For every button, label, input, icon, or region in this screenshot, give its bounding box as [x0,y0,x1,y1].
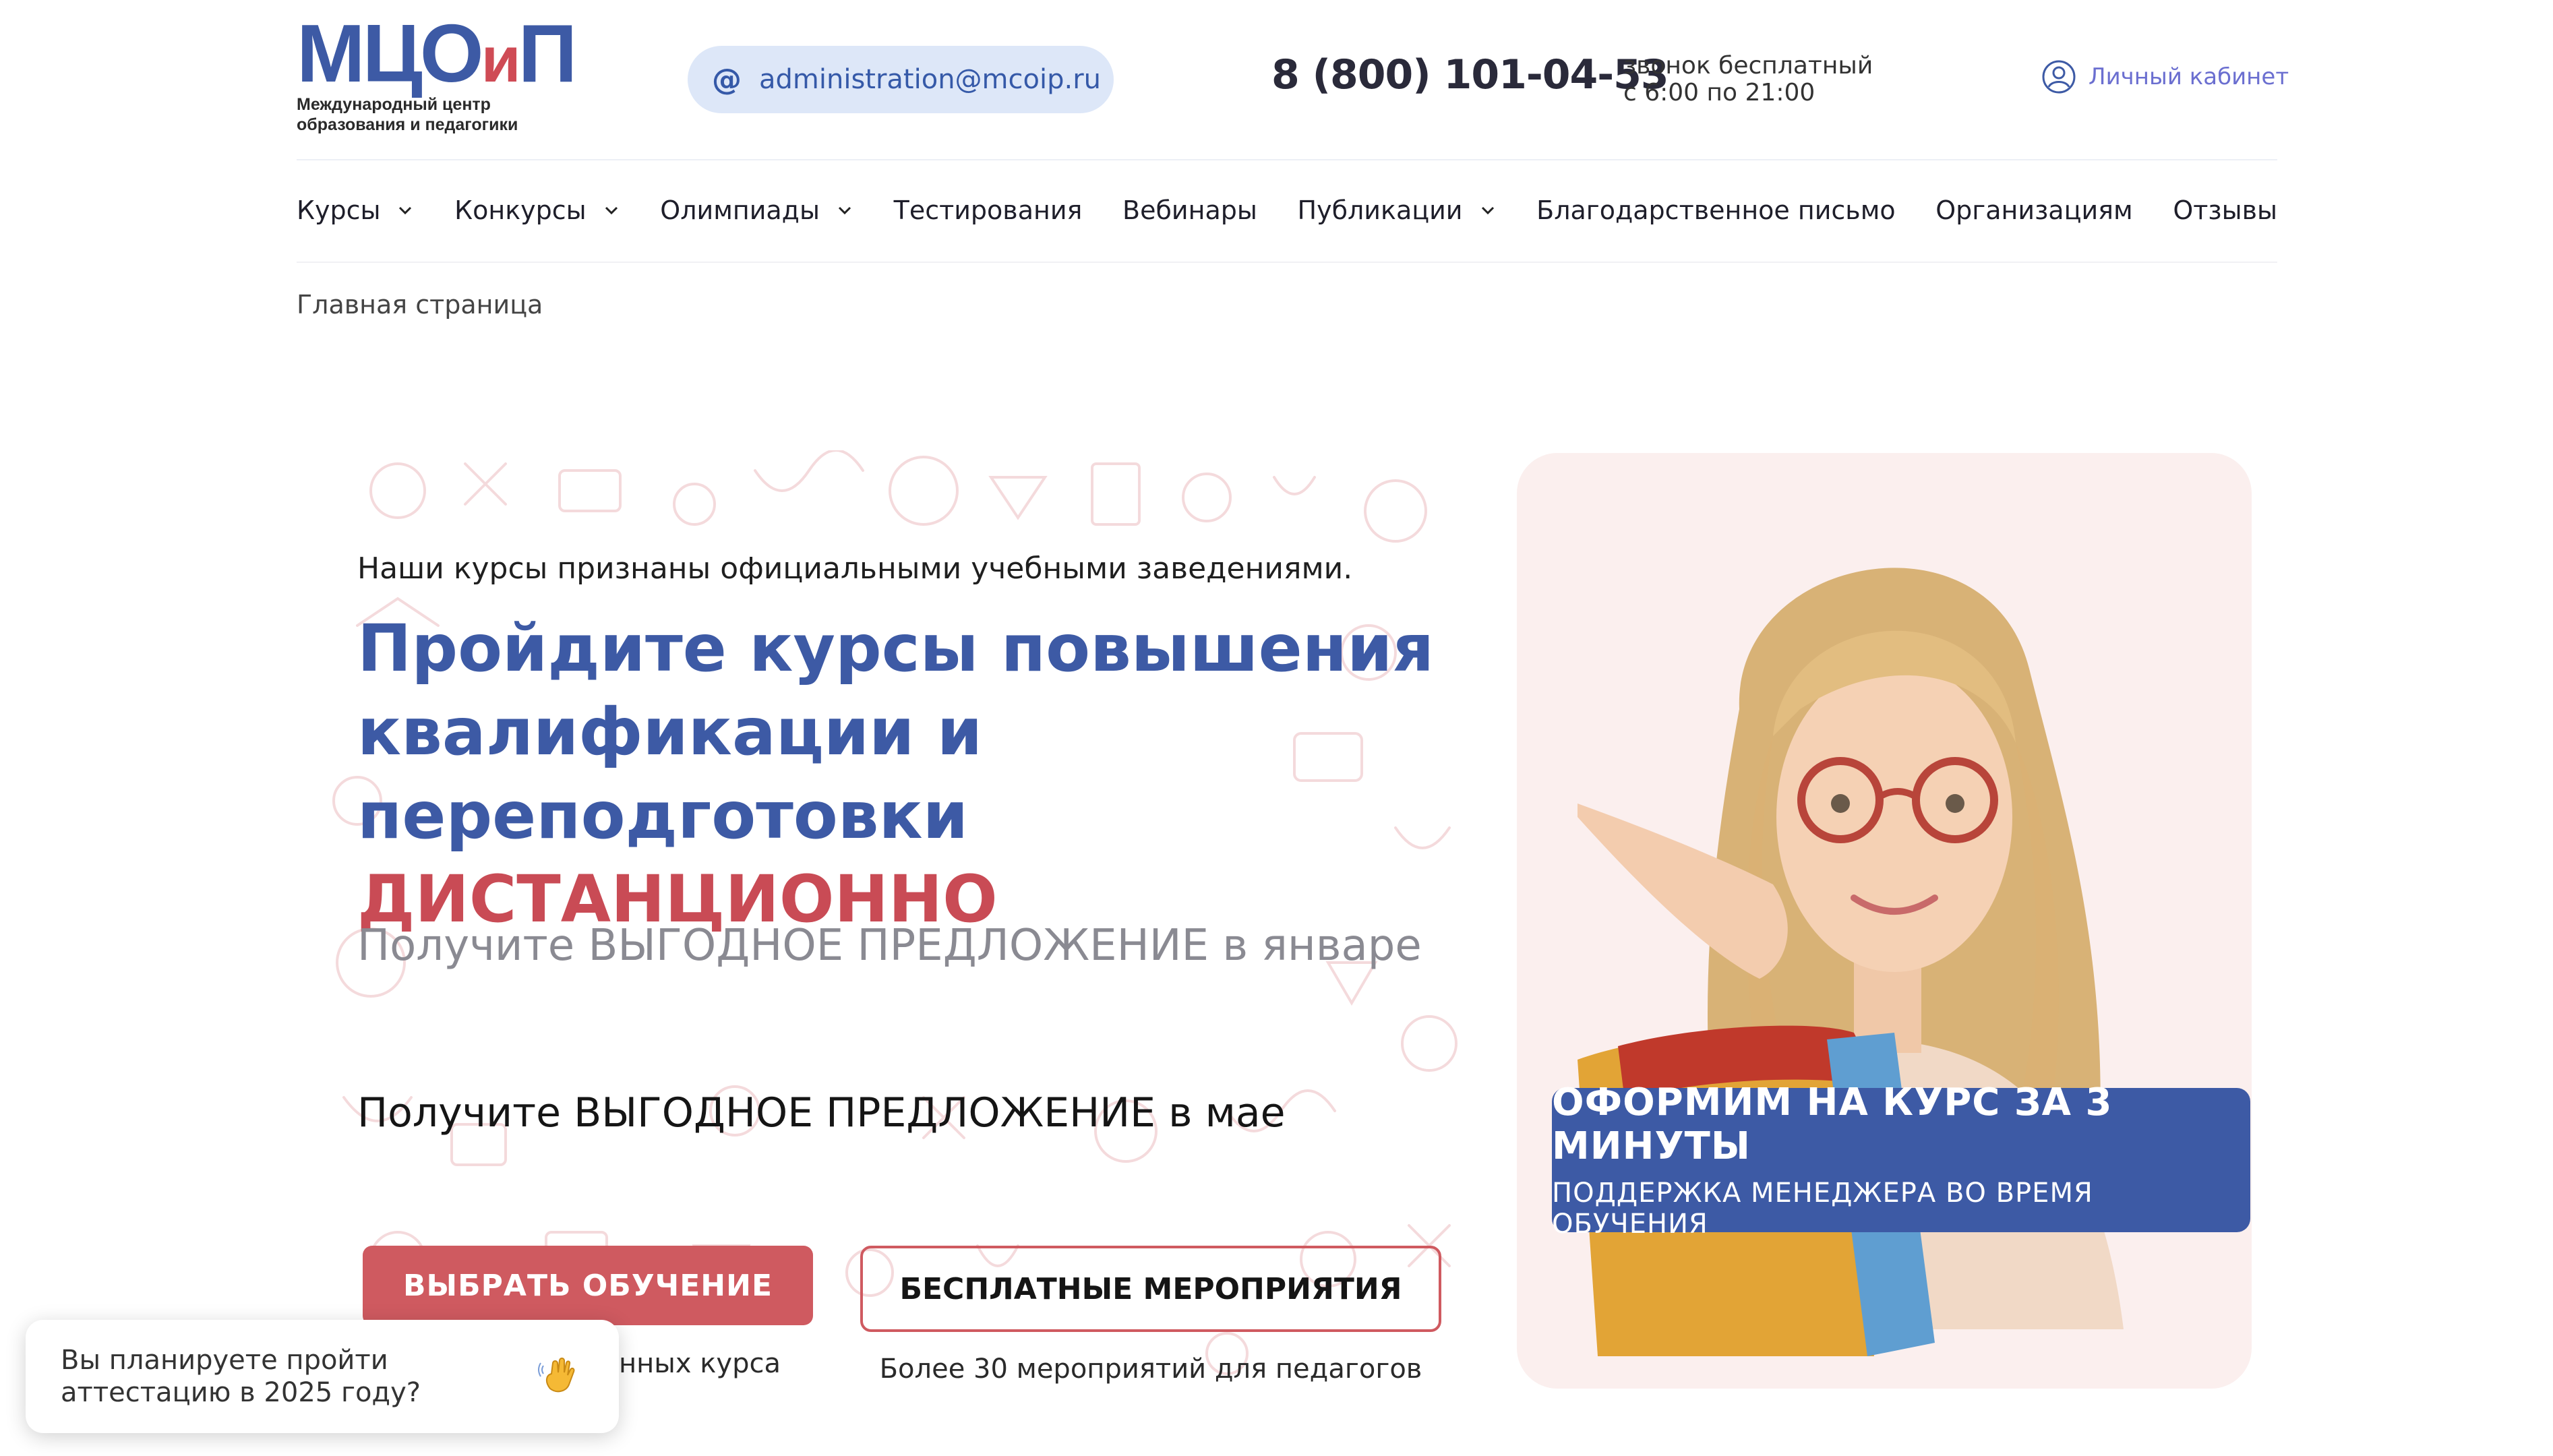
choose-training-button[interactable]: ВЫБРАТЬ ОБУЧЕНИЕ [363,1246,813,1325]
nav-item-publications[interactable]: Публикации [1298,195,1497,225]
logo-subtitle-line: образования и педагогики [297,115,518,134]
nav-item-label: Благодарственное письмо [1536,195,1896,225]
breadcrumb[interactable]: Главная страница [297,290,543,320]
phone-note: звонок бесплатный с 6:00 по 21:00 [1623,53,1873,107]
chat-popup-text: Вы планируете пройти аттестацию в 2025 г… [61,1344,421,1409]
nav-item-contests[interactable]: Конкурсы [454,195,620,225]
phone-number[interactable]: 8 (800) 101-04-53 [1271,51,1669,98]
chat-popup-line: аттестацию в 2025 году? [61,1377,421,1408]
nav-divider [297,262,2277,263]
nav-item-olympiads[interactable]: Олимпиады [660,195,853,225]
attestation-chat-popup[interactable]: Вы планируете пройти аттестацию в 2025 г… [26,1320,619,1433]
hero-photo-card [1517,453,2252,1389]
nav-item-label: Организациям [1935,195,2133,225]
nav-item-label: Олимпиады [660,195,820,225]
nav-item-courses[interactable]: Курсы [297,195,414,225]
chevron-down-icon [838,206,851,215]
promo-subtitle: ПОДДЕРЖКА МЕНЕДЖЕРА ВО ВРЕМЯ ОБУЧЕНИЯ [1552,1178,2093,1240]
phone-note-line: звонок бесплатный [1623,52,1873,80]
promo-title: ОФОРМИМ НА КУРС ЗА 3 МИНУТЫ [1552,1081,2113,1168]
personal-account-link[interactable]: Личный кабинет [2041,59,2289,94]
promo-banner: ОФОРМИМ НА КУРС ЗА 3 МИНУТЫ ПОДДЕРЖКА МЕ… [1552,1081,2250,1240]
hero-title-line: квалификации и переподготовки [357,694,983,853]
nav-item-label: Конкурсы [454,195,587,225]
main-nav: Курсы Конкурсы Олимпиады Тестирования Ве… [297,189,2277,232]
logo-subtitle: Международный центр образования и педаго… [297,94,518,135]
nav-item-thank-you-letter[interactable]: Благодарственное письмо [1536,195,1895,225]
email-link[interactable]: @ administration@mcoip.ru [688,46,1114,113]
nav-item-reviews[interactable]: Отзывы [2173,195,2277,225]
chevron-down-icon [399,206,412,215]
hero-offer: Получите ВЫГОДНОЕ ПРЕДЛОЖЕНИЕ в мае [357,1089,1286,1136]
teacher-illustration [1578,568,2124,1356]
nav-item-label: Курсы [297,195,381,225]
user-circle-icon [2042,60,2076,94]
nav-item-label: Публикации [1297,195,1463,225]
chevron-down-icon [1481,206,1494,215]
nav-item-webinars[interactable]: Вебинары [1122,195,1257,225]
hero-note: Наши курсы признаны официальными учебным… [357,551,1353,586]
free-events-caption: Более 30 мероприятий для педагогов [879,1354,1422,1385]
waving-hand-icon [538,1358,575,1393]
at-sign-icon: @ [712,62,742,97]
logo-mark-part: МЦО [297,7,484,99]
free-events-button[interactable]: БЕСПЛАТНЫЕ МЕРОПРИЯТИЯ [860,1246,1441,1332]
personal-account-label: Личный кабинет [2089,63,2289,90]
nav-item-label: Вебинары [1122,195,1257,225]
logo-mark-part: и [481,24,521,96]
nav-item-organizations[interactable]: Организациям [1935,195,2132,225]
chat-popup-line: Вы планируете пройти [61,1345,388,1376]
logo-subtitle-line: Международный центр [297,95,491,114]
phone-note-line: с 6:00 по 21:00 [1623,79,1815,107]
hero-offer-faded: Получите ВЫГОДНОЕ ПРЕДЛОЖЕНИЕ в январе [357,921,1422,971]
logo-mark-part: П [518,7,578,99]
hero-title: Пройдите курсы повышения квалификации и … [357,607,1503,941]
hero-title-line: Пройдите курсы повышения [357,611,1434,686]
nav-item-label: Отзывы [2173,195,2277,225]
logo[interactable]: МЦОиП [297,12,577,96]
nav-item-tests[interactable]: Тестирования [894,195,1083,225]
header-divider [297,159,2277,160]
nav-item-label: Тестирования [893,195,1083,225]
email-text: administration@mcoip.ru [759,64,1101,95]
chevron-down-icon [605,206,618,215]
